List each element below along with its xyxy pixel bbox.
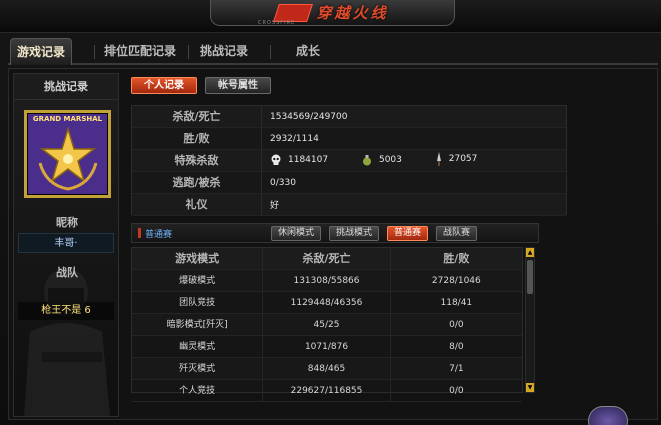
cell-winloss: 8/0 [449, 342, 464, 352]
scroll-down-icon[interactable]: ▼ [526, 383, 534, 392]
grenade-kills: 5003 [361, 154, 402, 166]
table-row: 个人竞技 229627/116855 0/0 [132, 380, 522, 402]
cell-winloss: 0/0 [449, 386, 464, 396]
cell-kd: 1071/876 [263, 336, 391, 357]
stat-value: 1534569/249700 [270, 111, 348, 122]
stat-value: 2932/1114 [270, 133, 319, 144]
cell-mode: 暗影模式[歼灭] [132, 314, 264, 335]
stat-value: 好 [270, 201, 280, 211]
table-scrollbar[interactable]: ▲ ▼ [525, 247, 535, 393]
tab-challenge[interactable]: 挑战记录 [194, 38, 254, 65]
tab-divider [270, 45, 271, 59]
logo-title: 穿越火线 [316, 4, 389, 22]
logo-emblem-icon [273, 3, 314, 22]
scroll-up-icon[interactable]: ▲ [526, 248, 534, 257]
profile-column: 挑战记录 GRAND MARSHAL 昵称 丰哥· 战队 枪王不是 6 [13, 73, 119, 417]
team-label: 战队 [56, 266, 78, 279]
knife-kills: 27057 [435, 152, 478, 166]
cell-kd: 131308/55866 [263, 270, 391, 291]
stat-label: 胜/败 [132, 127, 262, 150]
cell-winloss: 2728/1046 [431, 276, 481, 286]
header-winloss: 胜/败 [443, 252, 470, 265]
table-row: 歼灭模式 848/465 7/1 [132, 358, 522, 380]
tab-game-record[interactable]: 游戏记录 [10, 38, 73, 65]
cell-kd: 1129448/46356 [263, 292, 391, 313]
cell-mode: 团队竞技 [132, 292, 264, 313]
scroll-thumb[interactable] [527, 260, 533, 294]
nickname-label: 昵称 [56, 216, 78, 229]
tab-divider [188, 45, 189, 59]
casual-mode-button[interactable]: 休闲模式 [271, 225, 322, 241]
tab-growth[interactable]: 成长 [290, 38, 326, 65]
profile-title: 挑战记录 [14, 74, 118, 100]
tab-ranked-match[interactable]: 排位匹配记录 [98, 38, 182, 65]
corner-orb-icon[interactable] [588, 406, 628, 425]
tab-divider [94, 45, 95, 59]
table-header: 游戏模式 杀敌/死亡 胜/败 [132, 248, 522, 270]
cell-kd: 848/465 [263, 358, 391, 379]
cell-mode: 歼灭模式 [132, 358, 264, 379]
cell-mode: 个人竞技 [132, 380, 264, 401]
table-row: 团队竞技 1129448/46356 118/41 [132, 292, 522, 314]
stat-label: 礼仪 [132, 193, 262, 216]
stat-label: 特殊杀敌 [132, 149, 262, 172]
top-bar: 穿越火线 CROSSFIRE [0, 0, 661, 33]
team-name: 枪王不是 6 [18, 302, 114, 320]
cell-kd: 229627/116855 [263, 380, 391, 401]
table-row: 暗影模式[歼灭] 45/25 0/0 [132, 314, 522, 336]
cell-winloss: 118/41 [440, 298, 473, 308]
grenade-kills-value: 5003 [378, 155, 402, 165]
skull-icon [271, 154, 281, 165]
mode-section-title: 普通赛 [145, 229, 173, 240]
stat-row-winloss: 胜/败 2932/1114 [132, 127, 566, 150]
knife-kills-value: 27057 [448, 154, 478, 164]
normal-match-button[interactable]: 普通赛 [387, 225, 429, 241]
account-attributes-button[interactable]: 帐号属性 [205, 77, 271, 94]
stat-row-kd: 杀敌/死亡 1534569/249700 [132, 105, 566, 128]
stat-value: 0/330 [270, 177, 296, 188]
headshot-kills: 1184107 [270, 154, 328, 166]
summary-stats: 杀敌/死亡 1534569/249700 胜/败 2932/1114 特殊杀敌 … [131, 105, 567, 216]
logo-subtitle: CROSSFIRE [258, 20, 296, 26]
player-nickname: 丰哥· [18, 233, 114, 253]
stat-row-escape: 逃跑/被杀 0/330 [132, 171, 566, 194]
record-subtabs: 个人记录 帐号属性 [131, 77, 271, 95]
stat-row-etiquette: 礼仪 好 [132, 193, 566, 216]
cell-winloss: 7/1 [449, 364, 464, 374]
stat-label: 杀敌/死亡 [132, 105, 262, 128]
cell-kd: 45/25 [263, 314, 391, 335]
game-logo: 穿越火线 [210, 0, 455, 26]
special-kills: 1184107 5003 27057 [262, 152, 507, 169]
headshot-kills-value: 1184107 [288, 155, 329, 165]
cell-winloss: 0/0 [449, 320, 464, 330]
challenge-mode-button[interactable]: 挑战模式 [329, 225, 380, 241]
personal-record-button[interactable]: 个人记录 [131, 77, 197, 94]
section-marker [138, 228, 141, 238]
header-mode: 游戏模式 [132, 248, 264, 269]
stat-label: 逃跑/被杀 [132, 171, 262, 194]
main-panel: 挑战记录 GRAND MARSHAL 昵称 丰哥· 战队 枪王不是 6 个人记录… [8, 68, 658, 420]
table-row: 爆破模式 131308/55866 2728/1046 [132, 270, 522, 292]
stat-row-special-kills: 特殊杀敌 1184107 5003 27057 [132, 149, 566, 172]
badge-caption: GRAND MARSHAL [32, 115, 103, 123]
rank-star-icon [38, 126, 98, 191]
mode-filter-bar: 普通赛 休闲模式 挑战模式 普通赛 战队赛 [131, 223, 539, 243]
rank-badge: GRAND MARSHAL [24, 110, 111, 198]
table-row: 幽灵模式 1071/876 8/0 [132, 336, 522, 358]
clan-match-button[interactable]: 战队赛 [436, 225, 478, 241]
mode-stats-table: 游戏模式 杀敌/死亡 胜/败 爆破模式 131308/55866 2728/10… [131, 247, 523, 402]
knife-icon [436, 152, 441, 166]
header-kd: 杀敌/死亡 [263, 248, 391, 269]
main-tabs: 游戏记录 排位匹配记录 挑战记录 成长 [8, 38, 658, 65]
cell-mode: 幽灵模式 [132, 336, 264, 357]
grenade-icon [362, 155, 371, 166]
stats-window: 穿越火线 CROSSFIRE 游戏记录 排位匹配记录 挑战记录 成长 挑战记录 … [0, 0, 661, 425]
cell-mode: 爆破模式 [132, 270, 264, 291]
